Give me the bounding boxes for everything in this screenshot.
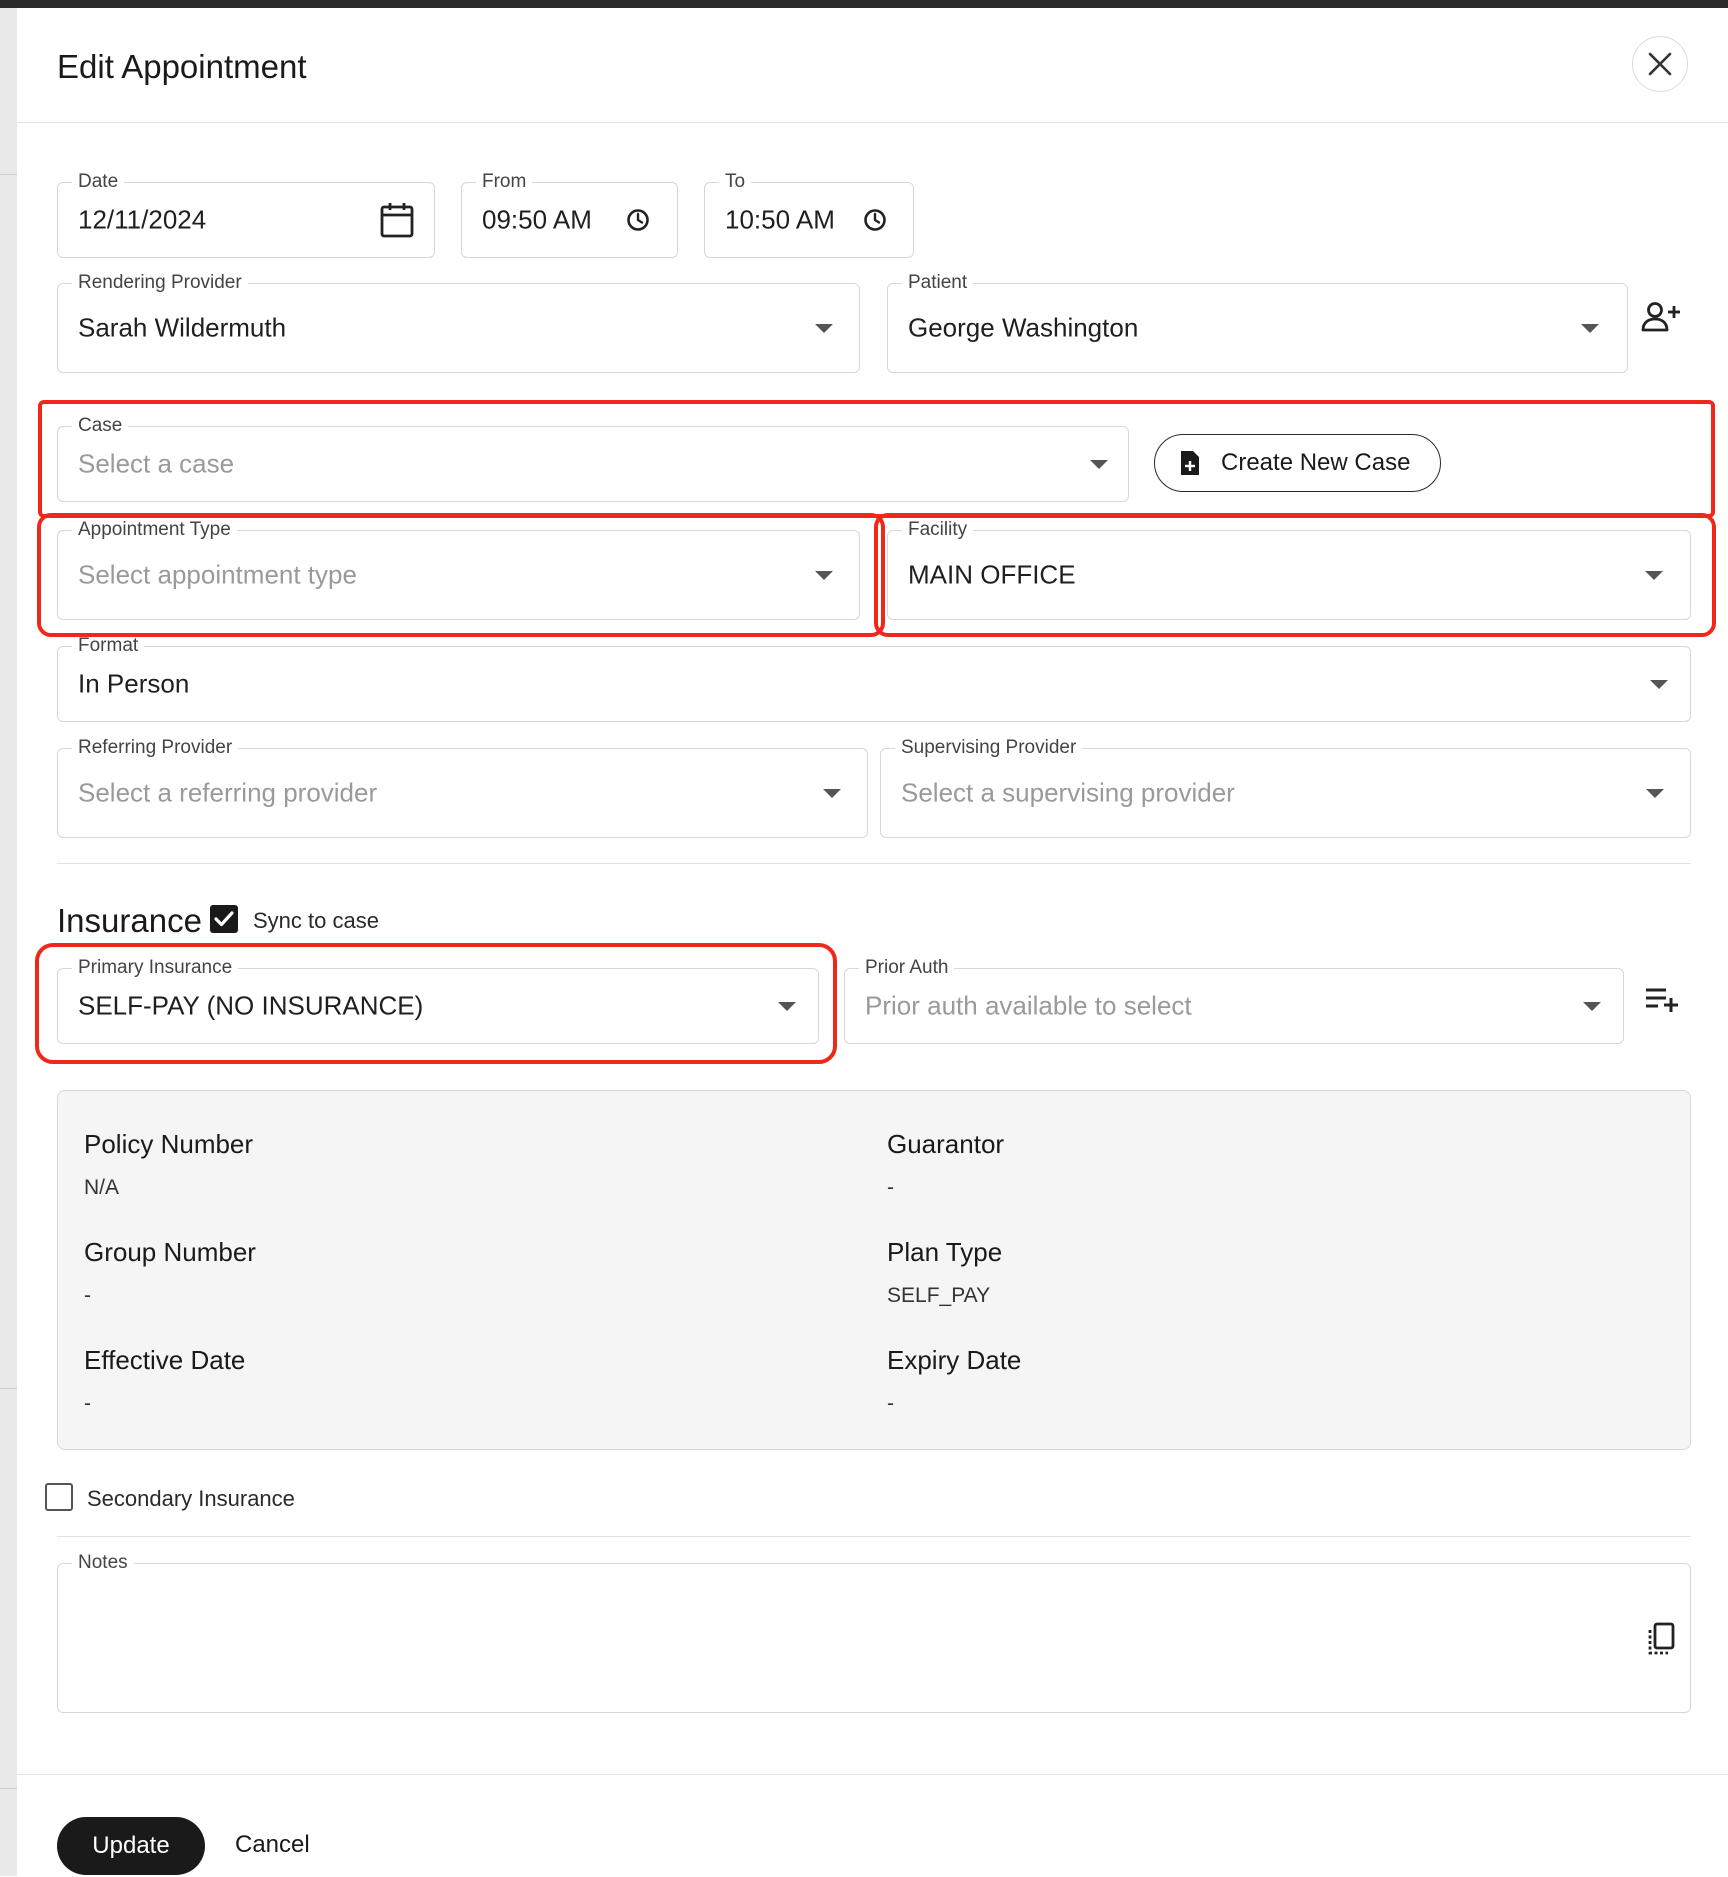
chevron-down-icon bbox=[1581, 324, 1599, 333]
to-value: 10:50 AM bbox=[725, 204, 835, 235]
policy-number-label: Policy Number bbox=[84, 1129, 254, 1159]
group-number-label: Group Number bbox=[84, 1237, 256, 1267]
copy-icon[interactable] bbox=[1646, 1622, 1676, 1656]
date-value: 12/11/2024 bbox=[78, 204, 207, 235]
from-time-field[interactable]: From 09:50 AM bbox=[461, 171, 678, 258]
date-field[interactable]: Date 12/11/2024 bbox=[57, 171, 435, 258]
referring-provider-placeholder: Select a referring provider bbox=[78, 777, 378, 808]
checkmark-icon bbox=[214, 911, 234, 927]
update-button[interactable]: Update bbox=[57, 1817, 205, 1875]
chevron-down-icon bbox=[815, 324, 833, 333]
chevron-down-icon bbox=[1583, 1002, 1601, 1011]
create-new-case-label: Create New Case bbox=[1221, 449, 1411, 476]
calendar-icon[interactable] bbox=[380, 202, 414, 238]
supervising-provider-select[interactable]: Supervising Provider Select a supervisin… bbox=[880, 737, 1691, 838]
referring-provider-select[interactable]: Referring Provider Select a referring pr… bbox=[57, 737, 868, 838]
primary-insurance-select[interactable]: Primary Insurance SELF-PAY (NO INSURANCE… bbox=[57, 957, 819, 1044]
secondary-insurance-checkbox[interactable] bbox=[45, 1483, 73, 1511]
rendering-provider-select[interactable]: Rendering Provider Sarah Wildermuth bbox=[57, 272, 860, 373]
patient-value: George Washington bbox=[908, 312, 1139, 343]
appointment-type-label: Appointment Type bbox=[72, 519, 237, 541]
expiry-date-label: Expiry Date bbox=[887, 1345, 1022, 1375]
format-value: In Person bbox=[78, 668, 190, 699]
insurance-section-title: Insurance bbox=[57, 902, 202, 939]
format-select[interactable]: Format In Person bbox=[57, 635, 1691, 722]
patient-label: Patient bbox=[902, 272, 974, 294]
effective-date-value: - bbox=[84, 1392, 91, 1415]
chevron-down-icon bbox=[1090, 460, 1108, 469]
insurance-details-panel: Policy Number N/A Guarantor - Group Numb… bbox=[57, 1090, 1691, 1450]
date-label: Date bbox=[72, 171, 125, 193]
clock-icon[interactable] bbox=[626, 208, 650, 232]
add-person-icon[interactable] bbox=[1641, 300, 1681, 334]
playlist-add-icon[interactable] bbox=[1644, 986, 1680, 1014]
close-button[interactable] bbox=[1632, 36, 1688, 92]
facility-value: MAIN OFFICE bbox=[908, 559, 1076, 590]
appointment-type-select[interactable]: Appointment Type Select appointment type bbox=[57, 519, 860, 620]
notes-textarea[interactable]: Notes bbox=[57, 1552, 1691, 1713]
prior-auth-label: Prior Auth bbox=[859, 957, 955, 979]
chevron-down-icon bbox=[778, 1002, 796, 1011]
chevron-down-icon bbox=[1650, 680, 1668, 689]
appointment-type-placeholder: Select appointment type bbox=[78, 559, 357, 590]
guarantor-label: Guarantor bbox=[887, 1129, 1005, 1159]
new-file-icon bbox=[1181, 451, 1199, 475]
case-select[interactable]: Case Select a case bbox=[57, 415, 1129, 502]
secondary-insurance-label: Secondary Insurance bbox=[87, 1486, 295, 1511]
facility-label: Facility bbox=[902, 519, 974, 541]
policy-number-value: N/A bbox=[84, 1176, 120, 1199]
case-placeholder: Select a case bbox=[78, 448, 235, 479]
referring-provider-label: Referring Provider bbox=[72, 737, 239, 759]
section-divider bbox=[57, 863, 1691, 864]
dialog-header: Edit Appointment bbox=[17, 8, 1728, 123]
to-label: To bbox=[719, 171, 752, 193]
supervising-provider-placeholder: Select a supervising provider bbox=[901, 777, 1235, 808]
group-number-value: - bbox=[84, 1284, 91, 1307]
chevron-down-icon bbox=[823, 789, 841, 798]
section-divider bbox=[57, 1536, 1691, 1537]
guarantor-value: - bbox=[887, 1176, 894, 1199]
plan-type-value: SELF_PAY bbox=[887, 1284, 991, 1307]
primary-insurance-value: SELF-PAY (NO INSURANCE) bbox=[78, 990, 424, 1021]
case-label: Case bbox=[72, 415, 129, 437]
sync-to-case-label: Sync to case bbox=[253, 908, 379, 933]
patient-select[interactable]: Patient George Washington bbox=[887, 272, 1628, 373]
prior-auth-select[interactable]: Prior Auth Prior auth available to selec… bbox=[844, 957, 1624, 1044]
background-page-edge bbox=[0, 8, 18, 1876]
rendering-provider-value: Sarah Wildermuth bbox=[78, 312, 287, 343]
sync-to-case-checkbox[interactable] bbox=[210, 905, 238, 933]
clock-icon[interactable] bbox=[863, 208, 887, 232]
effective-date-label: Effective Date bbox=[84, 1345, 246, 1375]
facility-select[interactable]: Facility MAIN OFFICE bbox=[887, 519, 1691, 620]
chevron-down-icon bbox=[1646, 789, 1664, 798]
cancel-button[interactable]: Cancel bbox=[235, 1831, 310, 1859]
notes-label: Notes bbox=[72, 1552, 134, 1574]
chevron-down-icon bbox=[1645, 571, 1663, 580]
from-label: From bbox=[476, 171, 533, 193]
dialog-title: Edit Appointment bbox=[57, 48, 307, 85]
primary-insurance-label: Primary Insurance bbox=[72, 957, 239, 979]
from-value: 09:50 AM bbox=[482, 204, 592, 235]
create-new-case-button[interactable]: Create New Case bbox=[1154, 434, 1441, 492]
to-time-field[interactable]: To 10:50 AM bbox=[704, 171, 914, 258]
supervising-provider-label: Supervising Provider bbox=[895, 737, 1083, 759]
dialog-footer: Update Cancel bbox=[17, 1774, 1728, 1877]
close-icon bbox=[1648, 52, 1672, 76]
expiry-date-value: - bbox=[887, 1392, 894, 1415]
plan-type-label: Plan Type bbox=[887, 1237, 1003, 1267]
window-top-bar bbox=[0, 0, 1728, 8]
prior-auth-placeholder: Prior auth available to select bbox=[865, 990, 1192, 1021]
rendering-provider-label: Rendering Provider bbox=[72, 272, 248, 294]
edit-appointment-dialog: Edit Appointment Date 12/11/2024 From 09… bbox=[17, 8, 1728, 1877]
format-label: Format bbox=[72, 635, 145, 657]
chevron-down-icon bbox=[815, 571, 833, 580]
